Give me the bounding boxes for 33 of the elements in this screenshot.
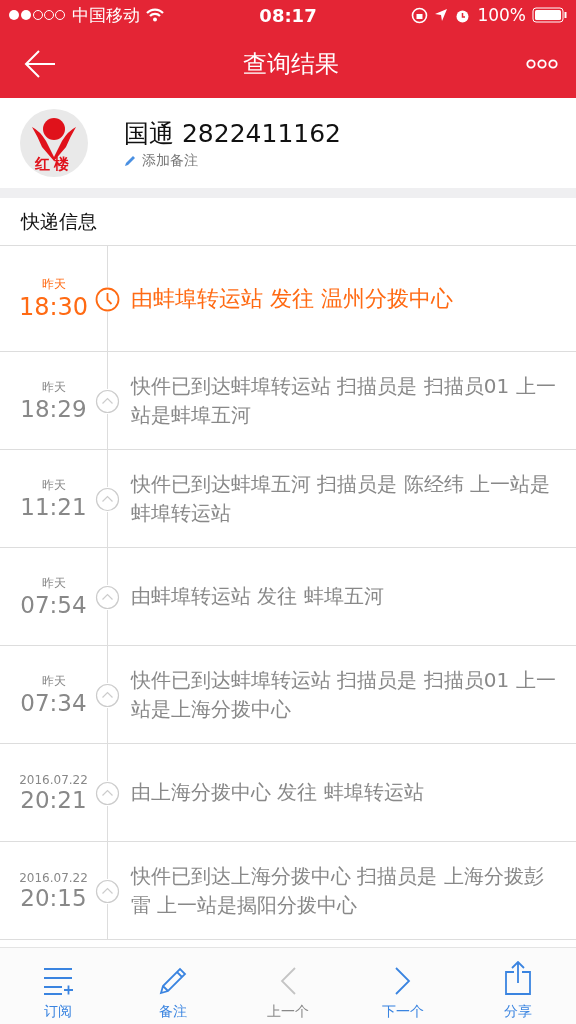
toolbar-button[interactable]: 分享 bbox=[460, 948, 576, 1024]
event-description: 快件已到达蚌埠五河 扫描员是 陈经纬 上一站是蚌埠转运站 bbox=[131, 470, 552, 527]
event-time: 18:29 bbox=[20, 396, 87, 422]
section-title: 快递信息 bbox=[21, 208, 97, 234]
event-time: 07:34 bbox=[20, 690, 87, 716]
toolbar-button[interactable]: 下一个 bbox=[345, 948, 461, 1024]
carrier-name: 中国移动 bbox=[72, 3, 140, 27]
event-time: 20:15 bbox=[20, 884, 87, 911]
event-time: 11:21 bbox=[20, 494, 87, 520]
event-date: 2016.07.22 bbox=[19, 772, 88, 787]
event-description: 由蚌埠转运站 发往 温州分拨中心 bbox=[131, 285, 453, 313]
page-title: 查询结果 bbox=[243, 49, 339, 80]
event-date: 昨天 bbox=[41, 477, 66, 494]
event-time: 07:54 bbox=[20, 592, 87, 618]
event-date: 昨天 bbox=[41, 379, 66, 396]
add-note-link[interactable]: 添加备注 bbox=[142, 151, 198, 170]
event-date: 2016.07.22 bbox=[19, 870, 88, 885]
toolbar-button[interactable]: 备注 bbox=[115, 948, 231, 1024]
event-description: 快件已到达蚌埠转运站 扫描员是 扫描员01 上一站是蚌埠五河 bbox=[131, 372, 557, 429]
event-description: 快件已到达上海分拨中心 扫描员是 上海分拨彭雷 上一站是揭阳分拨中心 bbox=[131, 862, 545, 919]
event-description: 快件已到达蚌埠转运站 扫描员是 扫描员01 上一站是上海分拨中心 bbox=[131, 666, 557, 723]
event-description: 由蚌埠转运站 发往 蚌埠五河 bbox=[131, 583, 384, 610]
event-time: 20:21 bbox=[20, 786, 87, 813]
clock-time: 08:17 bbox=[259, 4, 317, 26]
toolbar-button[interactable]: 订阅 bbox=[0, 948, 116, 1024]
event-description: 由上海分拨中心 发往 蚌埠转运站 bbox=[131, 779, 424, 806]
event-time: 18:30 bbox=[18, 293, 89, 321]
event-date: 昨天 bbox=[41, 575, 66, 592]
battery-percent: 100% bbox=[477, 5, 526, 25]
event-date: 昨天 bbox=[41, 673, 66, 690]
event-date: 昨天 bbox=[41, 276, 66, 293]
logo-text: 红楼 bbox=[35, 155, 73, 173]
parcel-title: 国通 2822411162 bbox=[124, 117, 341, 150]
